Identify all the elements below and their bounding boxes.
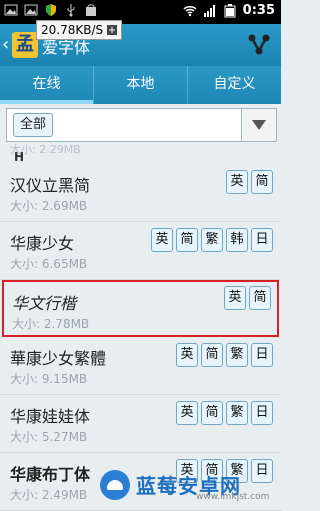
status-bar: 0:35 20.78KB/S <box>0 0 281 40</box>
lang-badge: 繁 <box>201 228 223 252</box>
font-item-huakang-wawa[interactable]: 华康娃娃体 大小: 5.27MB 英 简 繁 日 <box>0 395 281 453</box>
font-item-huakang-shaonv[interactable]: 华康少女 大小: 6.65MB 英 简 繁 韩 日 <box>0 222 281 280</box>
font-name: 华康娃娃体 <box>10 407 91 426</box>
section-letter: H <box>14 150 25 164</box>
font-name: 华文行楷 <box>12 294 77 313</box>
lang-badge: 英 <box>151 228 173 252</box>
language-badges: 英 简 繁 日 <box>173 343 273 367</box>
lang-badge: 韩 <box>226 228 248 252</box>
font-size: 大小: 9.15MB <box>10 372 88 386</box>
lang-badge: 简 <box>201 343 223 367</box>
tab-bar: 在线 本地 自定义 <box>0 66 281 104</box>
android-logo-icon <box>100 470 130 500</box>
font-item-hanyi-lihei[interactable]: 汉仪立黑简 大小: 2.69MB 英 简 <box>0 164 281 222</box>
lang-badge: 简 <box>176 228 198 252</box>
font-item-huakang-shaonv-fanti[interactable]: 華康少女繁體 大小: 9.15MB 英 简 繁 日 <box>0 337 281 395</box>
watermark-url: www.lmkjst.com <box>196 492 270 502</box>
lang-badge: 英 <box>224 286 246 310</box>
font-size: 大小: 2.78MB <box>12 317 90 331</box>
font-item-huawen-xingkai[interactable]: 华文行楷 大小: 2.78MB 英 简 <box>2 280 279 337</box>
back-chevron-icon[interactable]: ‹ <box>2 34 9 55</box>
category-filter[interactable]: 全部 <box>6 108 277 142</box>
speed-text: 20.78KB/S <box>41 23 104 37</box>
notification-icons <box>4 3 98 17</box>
dropdown-arrow-icon[interactable] <box>241 109 276 141</box>
signal-icon <box>203 4 215 17</box>
speed-icon <box>107 25 118 35</box>
language-badges: 英 简 繁 日 <box>173 401 273 425</box>
app-logo[interactable]: 孟 <box>12 32 38 58</box>
lang-badge: 英 <box>226 170 248 194</box>
tab-online[interactable]: 在线 <box>0 66 93 104</box>
lang-badge: 简 <box>249 286 271 310</box>
network-speed: 20.78KB/S <box>36 20 123 40</box>
bag-icon <box>86 4 96 16</box>
lang-badge: 英 <box>176 343 198 367</box>
tab-custom[interactable]: 自定义 <box>187 66 281 104</box>
site-watermark: 蓝莓安卓网 www.lmkjst.com <box>100 470 281 502</box>
battery-icon <box>224 3 236 17</box>
image-icon-2 <box>24 4 38 16</box>
shield-icon <box>46 4 56 16</box>
font-name: 华康布丁体 <box>10 465 91 484</box>
share-icon[interactable] <box>247 32 271 56</box>
font-size: 大小: 6.65MB <box>10 257 88 271</box>
language-badges: 英 简 <box>223 170 273 194</box>
lang-badge: 日 <box>251 228 273 252</box>
font-name: 华康少女 <box>10 234 75 253</box>
font-list: 汉仪立黑简 大小: 2.69MB 英 简 华康少女 大小: 6.65MB 英 简… <box>0 164 281 511</box>
system-icons: 0:35 <box>183 3 275 18</box>
lang-badge: 英 <box>176 401 198 425</box>
image-icon <box>4 4 18 16</box>
font-name: 華康少女繁體 <box>10 349 107 368</box>
font-size: 大小: 2.49MB <box>10 488 88 502</box>
lang-badge: 繁 <box>226 401 248 425</box>
usb-icon <box>67 4 75 17</box>
filter-selected[interactable]: 全部 <box>13 113 54 137</box>
font-name: 汉仪立黑简 <box>10 176 91 195</box>
lang-badge: 简 <box>251 170 273 194</box>
clock: 0:35 <box>242 3 275 18</box>
lang-badge: 简 <box>201 401 223 425</box>
lang-badge: 繁 <box>226 343 248 367</box>
lang-badge: 日 <box>251 401 273 425</box>
tab-local[interactable]: 本地 <box>93 66 187 104</box>
font-size: 大小: 2.69MB <box>10 199 88 213</box>
lang-badge: 日 <box>251 343 273 367</box>
language-badges: 英 简 繁 韩 日 <box>148 228 273 252</box>
section-header: H <box>0 146 281 164</box>
font-size: 大小: 5.27MB <box>10 430 88 444</box>
language-badges: 英 简 <box>221 286 271 310</box>
wifi-icon <box>183 5 197 16</box>
